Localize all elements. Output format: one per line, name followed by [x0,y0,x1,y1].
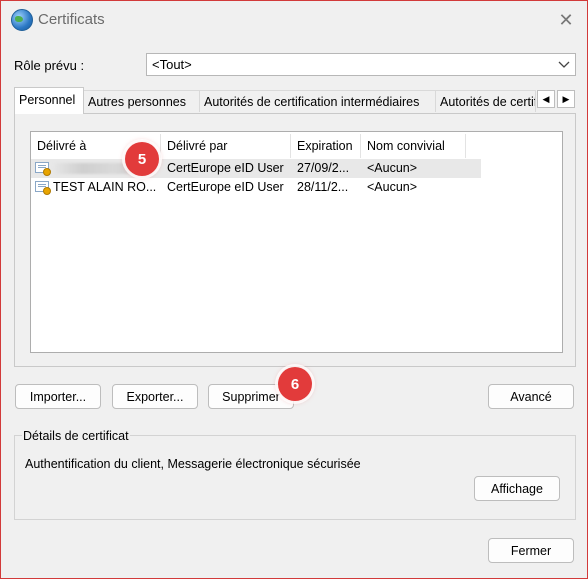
cell-issued-to: TEST ALAIN RO... [53,180,157,194]
certificate-icon [35,162,51,176]
role-select[interactable]: <Tout> [146,53,576,76]
step-badge-5: 5 [125,142,159,176]
tab-intermediate-authorities[interactable]: Autorités de certification intermédiaire… [200,90,436,112]
cell-expiration: 28/11/2... [297,180,349,194]
certificate-details-label: Détails de certificat [22,429,130,443]
certificate-purposes-text: Authentification du client, Messagerie é… [25,457,361,471]
tab-personal[interactable]: Personnel [14,87,84,114]
table-row[interactable]: CertEurope eID User 27/09/2... <Aucun> [31,159,481,178]
certificate-list[interactable]: Délivré à Délivré par Expiration Nom con… [30,131,563,353]
tab-bar: Autres personnes Autorités de certificat… [14,87,576,114]
list-header: Délivré à Délivré par Expiration Nom con… [31,132,562,159]
export-button[interactable]: Exporter... [112,384,198,409]
role-select-value: <Tout> [152,57,192,72]
title-bar: Certificats ✕ [1,1,587,39]
close-button[interactable]: Fermer [488,538,574,563]
tab-root-authorities[interactable]: Autorités de certifi [436,90,536,112]
certificates-dialog: Certificats ✕ Rôle prévu : <Tout> Autres… [0,0,588,579]
role-label: Rôle prévu : [14,58,85,73]
tab-scroll-right-icon[interactable]: ▶ [557,90,575,108]
globe-icon [11,9,33,31]
personal-tab-panel: Délivré à Délivré par Expiration Nom con… [14,113,576,367]
cell-friendly-name: <Aucun> [367,161,418,175]
advanced-button[interactable]: Avancé [488,384,574,409]
column-issued-by[interactable]: Délivré par [161,134,291,158]
import-button[interactable]: Importer... [15,384,101,409]
window-title: Certificats [38,11,105,28]
cell-expiration: 27/09/2... [297,161,350,175]
view-button[interactable]: Affichage [474,476,560,501]
step-badge-6: 6 [278,367,312,401]
column-friendly-name[interactable]: Nom convivial [361,134,466,158]
certificate-icon [35,181,51,195]
cell-friendly-name: <Aucun> [367,180,418,194]
chevron-down-icon [558,54,570,83]
tab-other-people[interactable]: Autres personnes [84,90,200,112]
cell-issued-by: CertEurope eID User [167,180,284,194]
column-expiration[interactable]: Expiration [291,134,361,158]
table-row[interactable]: TEST ALAIN RO... CertEurope eID User 28/… [31,178,481,197]
cell-issued-by: CertEurope eID User [167,161,284,175]
close-window-button[interactable]: ✕ [549,7,583,33]
tab-scroll-left-icon[interactable]: ◀ [537,90,555,108]
